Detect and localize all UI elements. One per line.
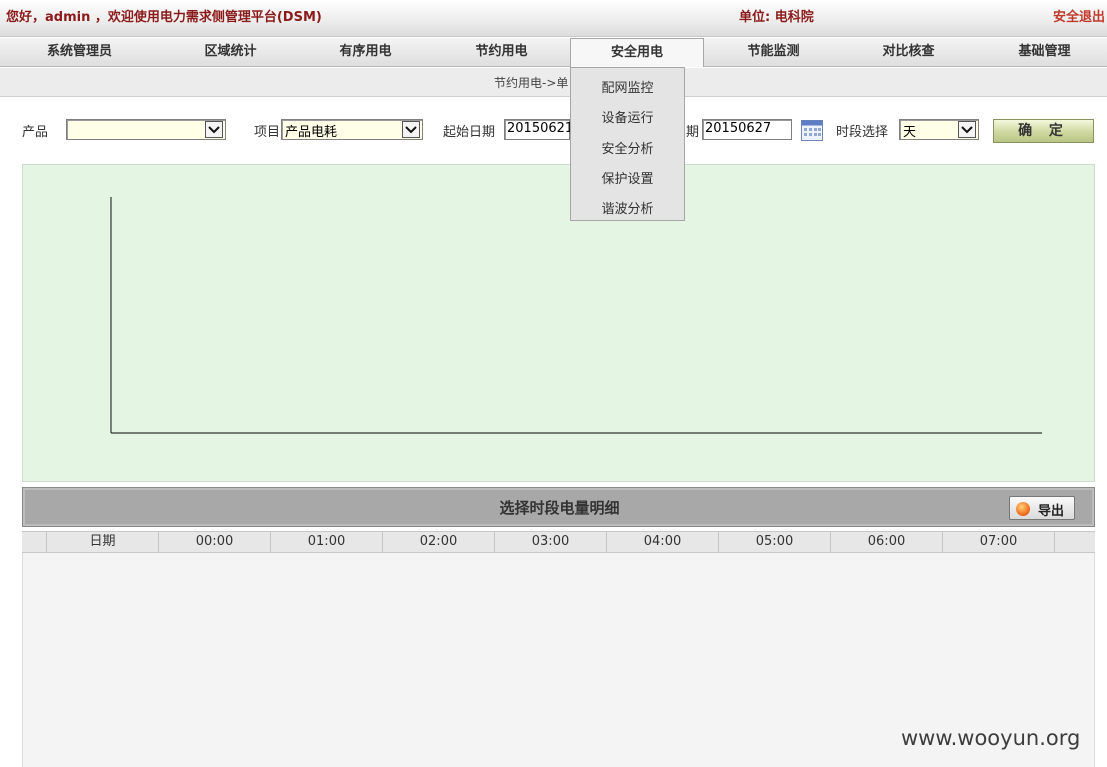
end-date-value: 20150627 (705, 121, 772, 136)
project-label: 项目 (254, 125, 281, 140)
start-date-label: 起始日期 (443, 125, 496, 140)
nav-item-orderly-power[interactable]: 有序用电 (298, 38, 433, 67)
project-select[interactable]: 产品电耗 (281, 119, 423, 140)
end-date-label: 期 (686, 125, 700, 140)
period-select[interactable]: 天 (899, 119, 979, 140)
column-header-0400[interactable]: 04:00 (607, 532, 719, 552)
export-button[interactable]: 导出 (1009, 496, 1075, 520)
column-header-0300[interactable]: 03:00 (495, 532, 607, 552)
safe-power-dropdown: 配网监控 设备运行 安全分析 保护设置 谐波分析 (570, 67, 685, 221)
nav-item-power-saving[interactable]: 节约用电 (434, 38, 569, 67)
chevron-down-icon (402, 121, 420, 138)
nav-item-regional-stats[interactable]: 区域统计 (163, 38, 298, 67)
calendar-icon[interactable] (801, 119, 823, 141)
top-bar: 您好，admin ，欢迎使用电力需求侧管理平台(DSM) 单位: 电科院 安全退… (0, 0, 1107, 37)
menu-item-protection-settings[interactable]: 保护设置 (571, 168, 684, 187)
end-date-input[interactable]: 20150627 (702, 119, 792, 140)
column-header-0500[interactable]: 05:00 (719, 532, 831, 552)
breadcrumb: 节约用电->单 (0, 68, 1107, 97)
app-window: 您好，admin ，欢迎使用电力需求侧管理平台(DSM) 单位: 电科院 安全退… (0, 0, 1107, 767)
column-header-0700[interactable]: 07:00 (943, 532, 1055, 552)
unit-text: 单位: 电科院 (739, 10, 814, 25)
start-date-input[interactable]: 20150621 (504, 119, 574, 140)
menu-item-network-monitor[interactable]: 配网监控 (571, 77, 684, 96)
chart-axes (110, 197, 1042, 434)
menu-item-safety-analysis[interactable]: 安全分析 (571, 138, 684, 157)
export-icon (1016, 502, 1030, 516)
period-label: 时段选择 (836, 125, 889, 140)
product-label: 产品 (22, 125, 49, 140)
column-header-0200[interactable]: 02:00 (383, 532, 495, 552)
nav-item-system-admin[interactable]: 系统管理员 (12, 38, 147, 67)
detail-header: 选择时段电量明细 导出 (22, 487, 1095, 527)
menu-item-equipment-operation[interactable]: 设备运行 (571, 107, 684, 126)
menu-item-harmonic-analysis[interactable]: 谐波分析 (571, 198, 684, 217)
nav-item-safe-power[interactable]: 安全用电 (570, 38, 704, 67)
nav-item-base-manage[interactable]: 基础管理 (977, 38, 1107, 67)
confirm-button[interactable]: 确 定 (993, 119, 1094, 143)
chevron-down-icon (205, 121, 223, 138)
watermark: www.wooyun.org (901, 726, 1081, 750)
main-nav: 系统管理员 区域统计 有序用电 节约用电 安全用电 节能监测 对比核查 基础管理 (0, 38, 1107, 67)
nav-item-compare-check[interactable]: 对比核查 (841, 38, 976, 67)
column-header-0600[interactable]: 06:00 (831, 532, 943, 552)
column-header-0100[interactable]: 01:00 (271, 532, 383, 552)
project-select-value: 产品电耗 (285, 125, 338, 140)
chevron-down-icon (958, 121, 976, 138)
breadcrumb-text: 节约用电->单 (494, 76, 569, 90)
table-header: 日期 00:00 01:00 02:00 03:00 04:00 05:00 0… (22, 531, 1095, 553)
period-select-value: 天 (903, 125, 917, 140)
start-date-value: 20150621 (507, 121, 574, 136)
logout-link[interactable]: 安全退出 (1053, 6, 1105, 25)
column-header-overflow (1055, 532, 1095, 552)
export-label: 导出 (1038, 504, 1065, 519)
chart-area (22, 164, 1095, 482)
product-select[interactable] (66, 119, 226, 140)
column-header-select (22, 532, 47, 552)
column-header-date[interactable]: 日期 (47, 532, 159, 552)
nav-item-energy-monitor[interactable]: 节能监测 (706, 38, 841, 67)
detail-title: 选择时段电量明细 (499, 499, 620, 517)
column-header-0000[interactable]: 00:00 (159, 532, 271, 552)
greeting-text: 您好，admin ，欢迎使用电力需求侧管理平台(DSM) (6, 10, 322, 25)
